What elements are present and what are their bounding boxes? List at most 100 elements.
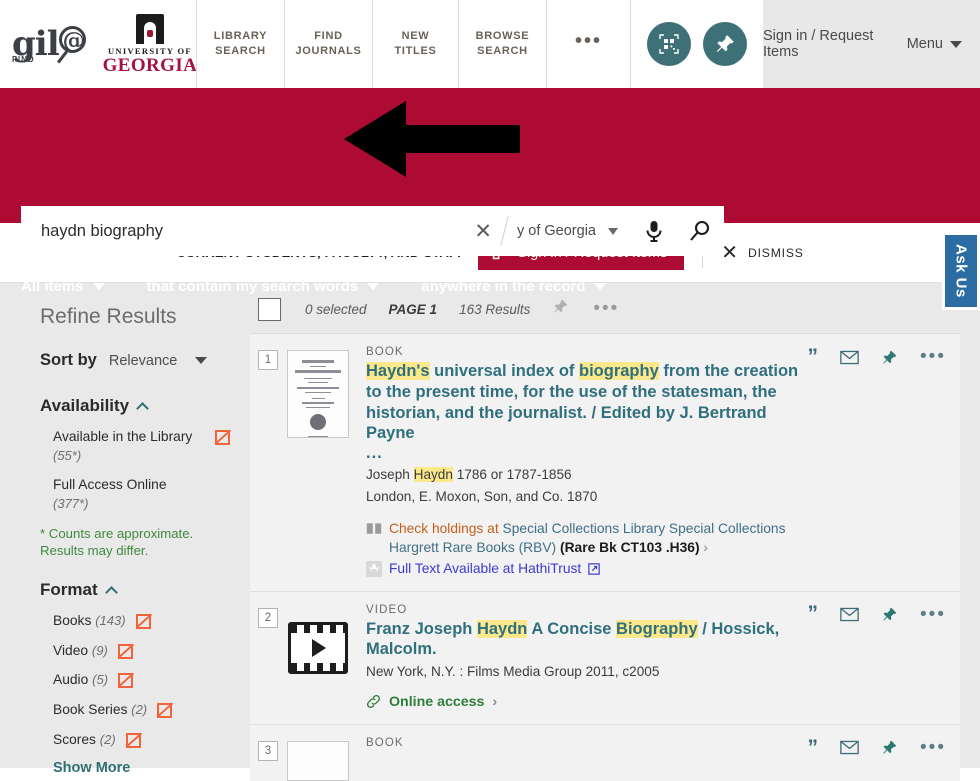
result-actions: ” •••: [808, 604, 946, 626]
email-icon[interactable]: [840, 350, 859, 365]
sidebar-title: Refine Results: [40, 305, 177, 328]
nav-library-search[interactable]: LIBRARY SEARCH: [196, 0, 284, 88]
facet-books[interactable]: Books (143): [40, 612, 230, 631]
citation-icon[interactable]: ”: [808, 737, 819, 757]
pin-icon[interactable]: [881, 348, 898, 367]
filter-all-items[interactable]: All items: [21, 278, 105, 295]
nav-browse-search[interactable]: BROWSE SEARCH: [458, 0, 546, 88]
result-item-2[interactable]: 2 VIDEO Franz Joseph Haydn A Concise Bio…: [250, 590, 960, 724]
header-account-area: Sign in / Request Items Menu: [763, 0, 980, 88]
header-menu-label: Menu: [906, 36, 943, 52]
select-all-checkbox[interactable]: [258, 297, 281, 321]
exclude-facet-icon[interactable]: [135, 613, 152, 630]
result-holdings[interactable]: Check holdings at Special Collections Li…: [366, 519, 800, 558]
result-type-label: BOOK: [366, 736, 404, 749]
facet-count: (377*): [53, 495, 89, 511]
filter-contains[interactable]: that contain my search words: [147, 278, 380, 295]
facet-count: (2): [99, 731, 116, 747]
chevron-right-icon: ›: [492, 693, 498, 710]
exclude-facet-icon[interactable]: [125, 732, 142, 748]
top-header: gil FIND @ UNIVERSITY OF GEORGIA LIBRARY…: [0, 0, 980, 88]
result-type-label: VIDEO: [366, 603, 408, 616]
book-cover-icon: [287, 350, 349, 438]
result-more-icon[interactable]: •••: [920, 737, 946, 759]
header-quick-actions: [630, 0, 763, 88]
result-thumbnail: [278, 604, 358, 710]
results-count-label: 163 Results: [459, 301, 531, 317]
header-sign-in-link[interactable]: Sign in / Request Items: [763, 28, 881, 60]
uga-georgia-text: GEORGIA: [102, 54, 198, 76]
result-more-icon[interactable]: •••: [920, 346, 946, 368]
email-icon[interactable]: [840, 740, 859, 755]
exclude-facet-icon[interactable]: [157, 702, 174, 718]
result-thumbnail: [278, 737, 358, 781]
nav-new-titles[interactable]: NEW TITLES: [372, 0, 458, 88]
title-part-2: biography: [579, 362, 659, 380]
chevron-down-icon: [594, 283, 607, 290]
sort-by-label: Sort by: [40, 351, 97, 369]
filter-all-items-label: All items: [21, 278, 84, 295]
header-menu-button[interactable]: Menu: [907, 36, 962, 52]
search-scope-filters: All items that contain my search words a…: [21, 278, 648, 295]
facet-group-availability-label: Availability: [40, 396, 130, 415]
ask-us-tab[interactable]: Ask Us: [942, 232, 980, 310]
result-title-link[interactable]: Haydn's universal index of biography fro…: [366, 361, 800, 444]
facet-video[interactable]: Video (9): [40, 642, 230, 661]
facet-group-availability[interactable]: Availability: [40, 396, 230, 416]
facet-group-format[interactable]: Format: [40, 580, 230, 600]
result-title-link[interactable]: Franz Joseph Haydn A Concise Biography /…: [366, 619, 800, 661]
facet-audio[interactable]: Audio (5): [40, 671, 230, 690]
search-scope-value[interactable]: y of Georgia: [505, 223, 596, 239]
citation-icon[interactable]: ”: [808, 346, 819, 366]
annotation-arrow-icon: [344, 101, 520, 177]
facet-full-access-online[interactable]: Full Access Online (377*): [40, 476, 230, 513]
facet-label: Full Access Online (377*): [53, 476, 203, 513]
search-submit-icon[interactable]: [676, 219, 724, 243]
facet-text: Available in the Library: [53, 429, 193, 444]
exclude-facet-icon[interactable]: [117, 643, 134, 659]
facet-scores[interactable]: Scores (2): [40, 731, 230, 750]
main-content: Refine Results Sort by Relevance Availab…: [0, 283, 980, 781]
chevron-down-icon: [367, 283, 380, 290]
results-more-icon[interactable]: •••: [593, 298, 619, 320]
chevron-down-icon: [92, 283, 105, 290]
chevron-up-icon: [104, 585, 118, 599]
advanced-search-link[interactable]: ADVANCED SEARCH: [752, 221, 895, 236]
voice-search-icon[interactable]: [632, 219, 676, 243]
result-actions: ” •••: [808, 737, 946, 759]
save-query-pin-icon[interactable]: [552, 297, 569, 321]
clear-search-icon[interactable]: ✕: [462, 221, 504, 242]
scope-chevron-down-icon[interactable]: [608, 227, 618, 235]
chevron-down-icon: [195, 357, 208, 364]
result-online-access-link[interactable]: Online access ›: [366, 694, 800, 710]
nav-more-icon[interactable]: •••: [546, 0, 630, 88]
email-icon[interactable]: [840, 607, 859, 622]
result-publisher: London, E. Moxon, Son, and Co. 1870: [366, 488, 598, 504]
facet-book-series[interactable]: Book Series (2): [40, 701, 230, 720]
result-more-icon[interactable]: •••: [920, 604, 946, 626]
facet-available-in-library[interactable]: Available in the Library (55*): [40, 428, 232, 465]
search-input[interactable]: haydn biography: [21, 222, 462, 241]
result-item-3[interactable]: 3 BOOK ” •••: [250, 723, 960, 781]
citation-icon[interactable]: ”: [808, 604, 819, 624]
search-bar: haydn biography ✕ y of Georgia: [21, 206, 724, 256]
pin-icon[interactable]: [881, 738, 898, 757]
result-publisher: New York, N.Y. : Films Media Group 2011,…: [366, 664, 660, 680]
sort-by-control[interactable]: Sort by Relevance: [40, 351, 230, 370]
exclude-facet-icon[interactable]: [117, 672, 135, 689]
facet-label: Scores (2): [53, 731, 116, 750]
qr-code-icon[interactable]: [647, 22, 691, 66]
result-fulltext-link[interactable]: Full Text Available at HathiTrust: [366, 560, 800, 577]
nav-find-journals[interactable]: FIND JOURNALS: [284, 0, 372, 88]
format-show-more-link[interactable]: Show More: [40, 760, 230, 776]
exclude-facet-icon[interactable]: [214, 429, 232, 445]
pin-icon[interactable]: [703, 22, 747, 66]
online-access-label: Online access: [389, 693, 485, 710]
result-item-1[interactable]: 1 BOOK Haydn's universal index of biogra…: [250, 333, 960, 591]
filter-field[interactable]: anywhere in the record: [421, 278, 607, 295]
site-logo[interactable]: gil FIND @ UNIVERSITY OF GEORGIA: [0, 0, 198, 88]
result-number: 2: [258, 607, 278, 628]
banner-dismiss-button[interactable]: ✕ DISMISS: [721, 243, 803, 263]
chevron-down-icon: [950, 40, 962, 48]
pin-icon[interactable]: [881, 605, 898, 624]
